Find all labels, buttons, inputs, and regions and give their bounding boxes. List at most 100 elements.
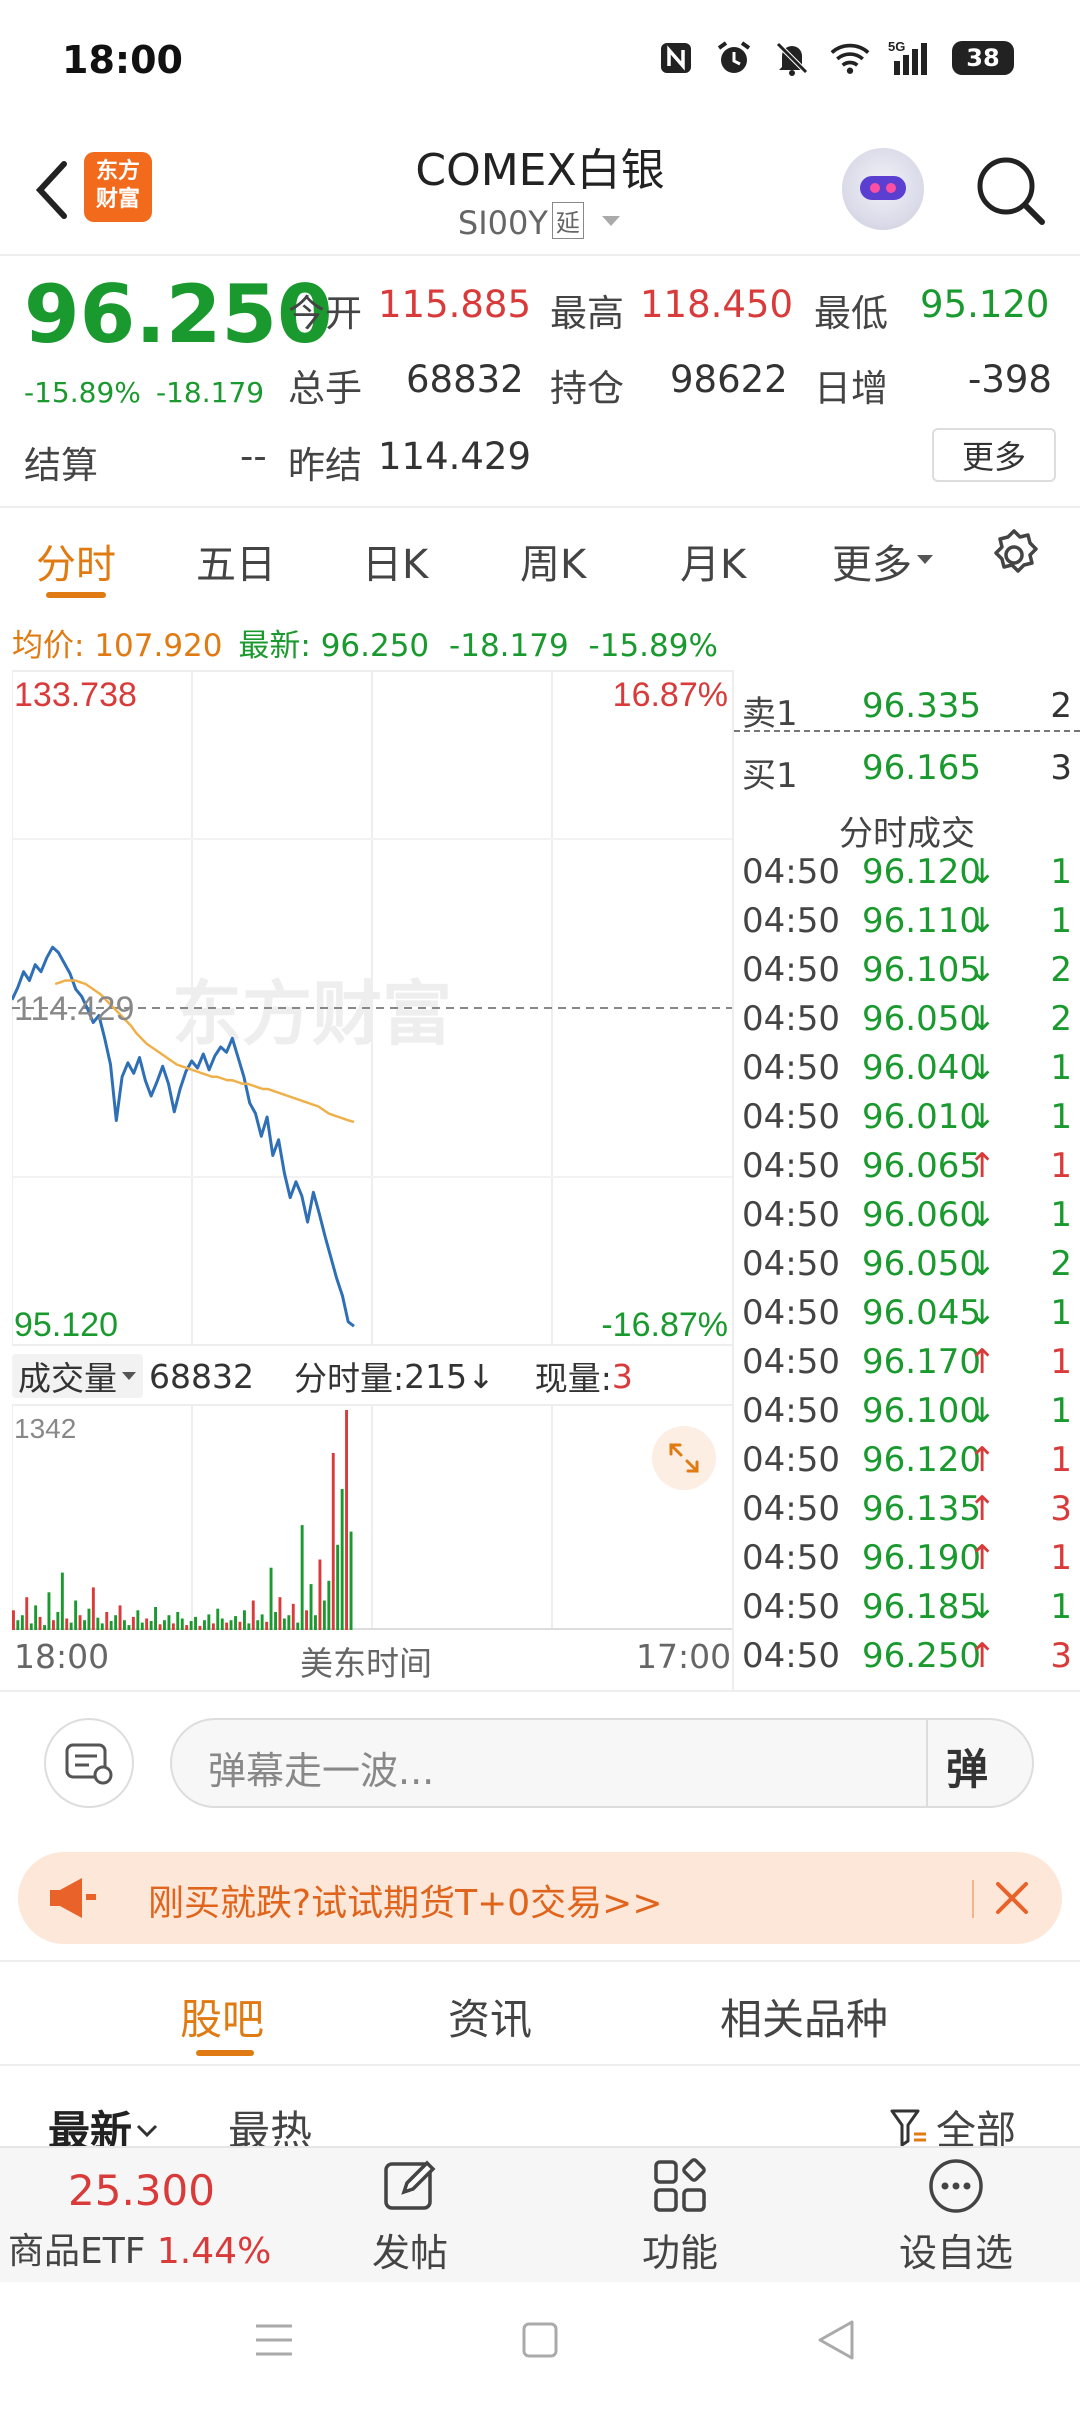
volume-bar bbox=[225, 1622, 229, 1630]
add-watchlist-button[interactable]: 设自选 bbox=[876, 2152, 1036, 2278]
chart-settings-button[interactable] bbox=[986, 527, 1042, 583]
volume-bar bbox=[327, 1580, 331, 1630]
tab-news[interactable]: 资讯 bbox=[448, 1986, 532, 2047]
average-price-line: 均价: 107.920 最新: 96.250 -18.179 -15.89% bbox=[12, 620, 718, 665]
volume-chart[interactable]: 1342 bbox=[11, 1404, 732, 1630]
volume-bar bbox=[118, 1605, 122, 1630]
tick-volume: 2 bbox=[1050, 1244, 1072, 1284]
x-axis-end: 17:00 bbox=[636, 1637, 732, 1676]
expand-chart-button[interactable] bbox=[652, 1426, 716, 1490]
volume-bar bbox=[340, 1489, 344, 1630]
volume-header: 成交量 68832 分时量: 215↓ 现量: 3 bbox=[12, 1352, 633, 1400]
tick-direction: ↑ bbox=[968, 1489, 997, 1529]
volume-bar bbox=[69, 1622, 73, 1630]
tick-volume: 1 bbox=[1050, 1293, 1072, 1333]
system-nav-bar bbox=[0, 2282, 1080, 2412]
megaphone-icon bbox=[44, 1872, 100, 1924]
volume-bar bbox=[265, 1621, 269, 1630]
volume-bar bbox=[105, 1612, 109, 1630]
tick-price: 96.100 bbox=[862, 1391, 981, 1431]
volume-bar bbox=[60, 1572, 64, 1630]
tick-volume: 1 bbox=[1050, 1391, 1072, 1431]
tab-weekly-k[interactable]: 周K bbox=[520, 532, 586, 590]
tab-related[interactable]: 相关品种 bbox=[720, 1986, 888, 2047]
y-axis-min-pct: -16.87% bbox=[601, 1306, 728, 1344]
tick-time: 04:50 bbox=[742, 1097, 840, 1137]
menu-icon[interactable] bbox=[256, 2324, 292, 2356]
volume-bar bbox=[167, 1615, 171, 1630]
tab-five-day[interactable]: 五日 bbox=[196, 532, 276, 590]
sell1-price: 96.335 bbox=[862, 686, 981, 726]
tick-row: 04:50 96.050 ↓ 2 bbox=[734, 1244, 1080, 1292]
active-bottom-tab-indicator bbox=[196, 2050, 254, 2056]
tick-volume: 2 bbox=[1050, 999, 1072, 1039]
post-button[interactable]: 发帖 bbox=[340, 2152, 480, 2278]
volume-label: 成交量 bbox=[18, 1359, 117, 1398]
tick-time: 04:50 bbox=[742, 999, 840, 1039]
volume-bar bbox=[336, 1544, 340, 1630]
volume-indicator-select[interactable]: 成交量 bbox=[12, 1354, 143, 1398]
search-icon bbox=[977, 157, 1045, 225]
tick-time: 04:50 bbox=[742, 1391, 840, 1431]
volume-bar bbox=[314, 1615, 317, 1630]
volume-value: 68832 bbox=[406, 358, 524, 401]
delay-tag: 延 bbox=[551, 202, 584, 239]
tick-row: 04:50 96.185 ↓ 1 bbox=[734, 1587, 1080, 1635]
volume-bar bbox=[229, 1620, 233, 1630]
volume-bar bbox=[198, 1625, 202, 1630]
volume-bar bbox=[234, 1616, 237, 1630]
tick-time: 04:50 bbox=[742, 1048, 840, 1088]
high-label: 最高 bbox=[550, 292, 624, 335]
settlement-value: -- bbox=[240, 435, 267, 478]
y-axis-max: 133.738 bbox=[14, 676, 137, 714]
tab-more-label: 更多 bbox=[832, 542, 912, 588]
danmu-settings-button[interactable] bbox=[44, 1718, 134, 1808]
tab-monthly-k[interactable]: 月K bbox=[680, 532, 746, 590]
volume-bar bbox=[171, 1623, 175, 1630]
volume-bar bbox=[136, 1610, 140, 1630]
volume-bar bbox=[282, 1618, 286, 1630]
tick-direction: ↓ bbox=[968, 1195, 997, 1235]
tick-time: 04:50 bbox=[742, 1538, 840, 1578]
tick-price: 96.040 bbox=[862, 1048, 981, 1088]
latest-percent: -15.89% bbox=[588, 628, 718, 664]
tab-intraday[interactable]: 分时 bbox=[36, 532, 116, 590]
assistant-robot-icon[interactable] bbox=[842, 148, 924, 230]
tick-price: 96.060 bbox=[862, 1195, 981, 1235]
volume-bar bbox=[123, 1620, 126, 1630]
tick-time: 04:50 bbox=[742, 1636, 840, 1676]
features-button[interactable]: 功能 bbox=[610, 2152, 750, 2278]
etf-price[interactable]: 25.300 bbox=[68, 2166, 215, 2215]
low-value: 95.120 bbox=[920, 283, 1050, 326]
tick-row: 04:50 96.105 ↓ 2 bbox=[734, 950, 1080, 998]
tab-forum[interactable]: 股吧 bbox=[180, 1986, 264, 2047]
promo-close-button[interactable] bbox=[986, 1872, 1038, 1924]
chevron-down-icon bbox=[136, 2124, 158, 2138]
apps-icon bbox=[654, 2158, 706, 2212]
volume-bar bbox=[78, 1615, 82, 1630]
tab-more[interactable]: 更多 bbox=[832, 532, 934, 590]
tick-row: 04:50 96.045 ↓ 1 bbox=[734, 1293, 1080, 1341]
daily-increase-value: -398 bbox=[968, 358, 1052, 401]
etf-ticker[interactable]: 商品ETF 1.44% bbox=[8, 2222, 271, 2274]
promo-text[interactable]: 刚买就跌?试试期货T+0交易>> bbox=[148, 1874, 663, 1926]
tick-volume: 3 bbox=[1050, 1489, 1072, 1529]
danmu-toggle-button[interactable]: 弹 bbox=[946, 1736, 988, 1797]
tick-direction: ↓ bbox=[968, 1097, 997, 1137]
volume-bar bbox=[38, 1616, 42, 1630]
tab-daily-k[interactable]: 日K bbox=[362, 532, 428, 590]
intraday-chart[interactable]: 东方财富 133.738 16.87% 114.429 95.120 -16.87% bbox=[10, 670, 732, 1346]
tick-price: 96.190 bbox=[862, 1538, 981, 1578]
volume-bar bbox=[16, 1620, 20, 1630]
danmu-placeholder: 弹幕走一波... bbox=[208, 1749, 435, 1793]
back-nav-icon[interactable] bbox=[818, 2320, 854, 2360]
open-interest-value: 98622 bbox=[670, 358, 788, 401]
x-axis-timezone: 美东时间 bbox=[300, 1644, 432, 1683]
search-button[interactable] bbox=[970, 150, 1050, 230]
tick-price: 96.185 bbox=[862, 1587, 981, 1627]
home-icon[interactable] bbox=[522, 2322, 558, 2358]
more-quote-button[interactable]: 更多 bbox=[932, 428, 1056, 482]
tick-time: 04:50 bbox=[742, 1195, 840, 1235]
etf-name: 商品ETF bbox=[8, 2231, 146, 2272]
tick-row: 04:50 96.050 ↓ 2 bbox=[734, 999, 1080, 1047]
